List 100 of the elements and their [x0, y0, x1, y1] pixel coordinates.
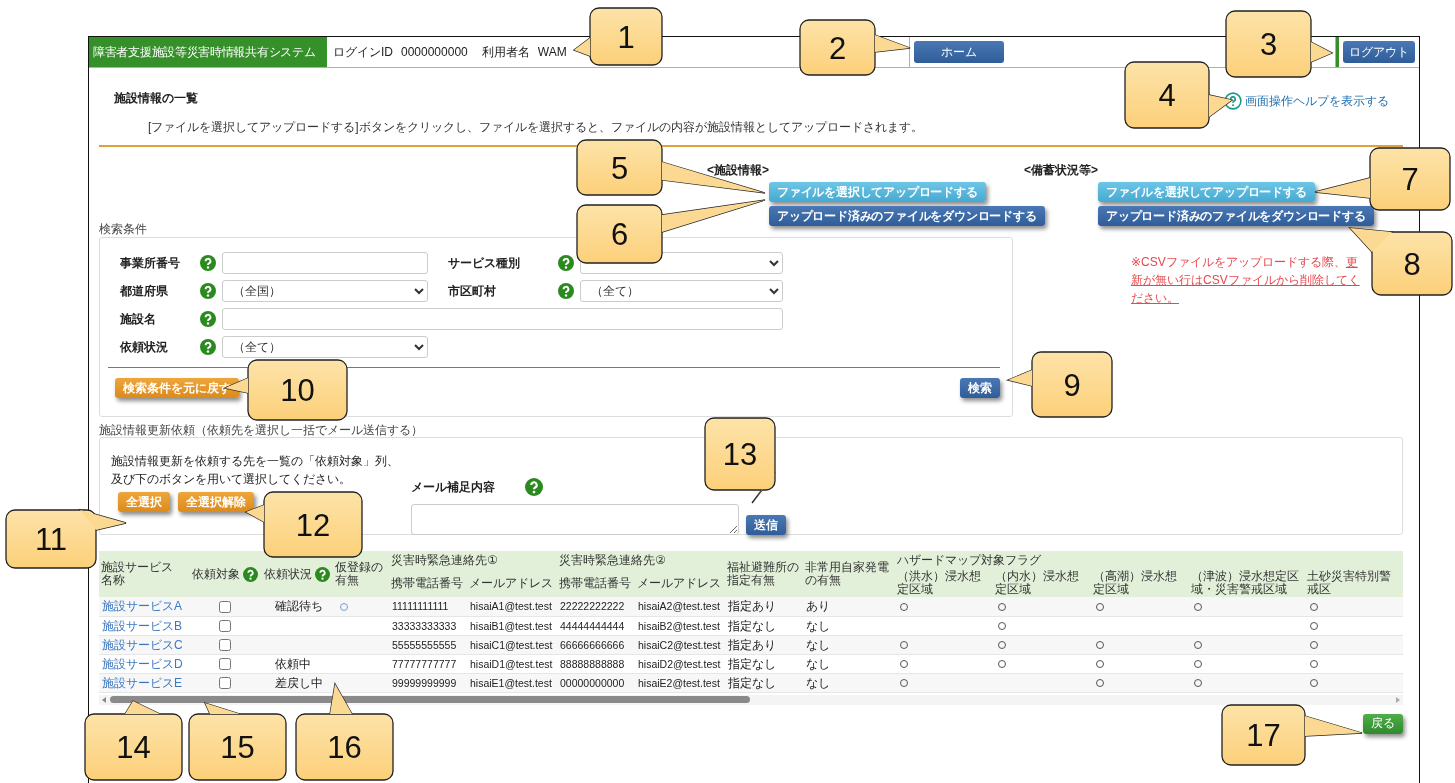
facility-link[interactable]: 施設サービスD: [102, 656, 183, 671]
login-id-value: 0000000000: [401, 45, 468, 59]
checkbox[interactable]: [219, 639, 231, 652]
column-header: 依頼対象: [192, 567, 240, 581]
table-cell: hisaiC1@test.test: [467, 635, 557, 654]
callout-number: 12: [295, 507, 331, 543]
help-icon: [200, 255, 216, 271]
table-cell: 66666666666: [557, 635, 635, 654]
table-cell: 指定なし: [725, 654, 804, 673]
table-cell: 44444444444: [557, 616, 635, 635]
home-button[interactable]: ホーム: [914, 41, 1004, 63]
callout-number: 10: [280, 373, 315, 408]
table-cell: hisaiA1@test.test: [467, 597, 557, 616]
column-header: メールアドレス: [467, 569, 557, 597]
checkbox[interactable]: [219, 601, 231, 614]
help-icon: [558, 255, 574, 271]
field-label: 市区町村: [448, 282, 496, 300]
input-field[interactable]: [222, 308, 783, 330]
column-header: 土砂災害特別警戒区: [1305, 569, 1404, 597]
column-header: ハザードマップ対象フラグ: [895, 551, 1404, 569]
callout-number: 11: [34, 522, 68, 557]
table-cell: なし: [803, 635, 896, 654]
back-button[interactable]: 戻る: [1363, 713, 1403, 734]
section-label: 施設情報更新依頼（依頼先を選択し一括でメール送信する）: [99, 423, 423, 437]
logout-button[interactable]: ログアウト: [1343, 41, 1415, 63]
facility-link[interactable]: 施設サービスC: [102, 637, 183, 652]
checkbox[interactable]: [219, 620, 231, 633]
field-label: 施設名: [120, 310, 156, 328]
column-header: 携帯電話番号: [557, 569, 635, 597]
column-header: 依頼状況: [264, 567, 312, 581]
table-cell: hisaiD2@test.test: [635, 654, 726, 673]
callout-number: 4: [1158, 78, 1176, 113]
scrollbar-thumb[interactable]: [110, 696, 750, 703]
callout-number: 2: [828, 30, 847, 66]
section-heading: <施設情報>: [707, 162, 769, 178]
help-icon: [558, 283, 574, 299]
checkbox[interactable]: [219, 677, 231, 690]
column-header: 施設サービス名称: [99, 551, 189, 597]
table-cell: 差戻し中: [261, 673, 333, 692]
callout-number: 15: [220, 730, 255, 765]
callout-number: 8: [1403, 246, 1421, 282]
column-header: 携帯電話番号: [389, 569, 467, 597]
instruction-text: [ファイルを選択してアップロードする]ボタンをクリックし、ファイルを選択すると、ファイルの内容が施設情報としてアップロードされます。: [148, 119, 923, 135]
table-cell: 依頼中: [261, 654, 333, 673]
table-cell: hisaiB2@test.test: [635, 616, 726, 635]
column-header: 非常用自家発電の有無: [803, 551, 896, 597]
table-cell: hisaiE1@test.test: [467, 673, 557, 692]
table-cell: 55555555555: [389, 635, 467, 654]
search-button[interactable]: 検索: [960, 378, 1000, 398]
section-label: 検索条件: [99, 222, 147, 237]
table-cell: 確認待ち: [261, 597, 333, 616]
column-header: （津波）浸水想定区域・災害警戒区域: [1189, 569, 1306, 597]
column-header: （洪水）浸水想定区域: [895, 569, 994, 597]
table-cell: なし: [803, 616, 896, 635]
table-cell: 11111111111: [389, 597, 467, 616]
field-label: メール補足内容: [411, 478, 495, 496]
scroll-right-icon: [1396, 696, 1400, 703]
facility-link[interactable]: 施設サービスB: [102, 618, 182, 633]
checkbox[interactable]: [219, 658, 231, 671]
field-label: 依頼状況: [120, 338, 168, 356]
column-header: メールアドレス: [635, 569, 726, 597]
download-file-button[interactable]: アップロード済みのファイルをダウンロードする: [769, 206, 1045, 226]
facility-link[interactable]: 施設サービスE: [102, 675, 182, 690]
callout-number: 9: [1063, 367, 1081, 403]
callout-number: 7: [1401, 162, 1419, 197]
dropdown-field[interactable]: （全国）: [222, 280, 428, 302]
callout-number: 17: [1246, 718, 1281, 753]
table-cell: 99999999999: [389, 673, 467, 692]
help-icon: [525, 478, 543, 496]
callout-number: 6: [610, 217, 629, 252]
help-icon: [200, 311, 216, 327]
table-cell: hisaiD1@test.test: [467, 654, 557, 673]
dropdown-field[interactable]: （全て）: [580, 280, 783, 302]
callout-number: 3: [1259, 27, 1278, 62]
dropdown-field[interactable]: （全て）: [222, 336, 428, 358]
column-header: 福祉避難所の指定有無: [725, 551, 804, 597]
send-button[interactable]: 送信: [746, 515, 786, 535]
help-circle-icon: [1224, 92, 1242, 110]
callout-number: 14: [116, 730, 151, 765]
table-cell: hisaiE2@test.test: [635, 673, 726, 692]
column-header: （内水）浸水想定区域: [993, 569, 1092, 597]
section-heading: <備蓄状況等>: [1024, 162, 1098, 178]
table-cell: 指定なし: [725, 673, 804, 692]
table-cell: 33333333333: [389, 616, 467, 635]
table-cell: hisaiC2@test.test: [635, 635, 726, 654]
input-field[interactable]: [222, 252, 428, 274]
column-header: 災害時緊急連絡先②: [557, 551, 726, 569]
table-cell: 指定あり: [725, 635, 804, 654]
csv-note: ※CSVファイルをアップロードする際、更新が無い行はCSVファイルから削除してください。: [1131, 254, 1361, 307]
field-label: 事業所番号: [120, 254, 180, 272]
field-label: 都道府県: [120, 282, 168, 300]
facility-link[interactable]: 施設サービスA: [102, 599, 182, 614]
table-cell: 指定なし: [725, 616, 804, 635]
table-cell: なし: [803, 654, 896, 673]
column-header: 災害時緊急連絡先①: [389, 551, 557, 569]
mail-text-field[interactable]: [411, 504, 739, 535]
column-header: （高潮）浸水想定区域: [1091, 569, 1190, 597]
table-cell: 22222222222: [557, 597, 635, 616]
help-link[interactable]: 画面操作ヘルプを表示する: [1224, 92, 1389, 110]
table-cell: 88888888888: [557, 654, 635, 673]
